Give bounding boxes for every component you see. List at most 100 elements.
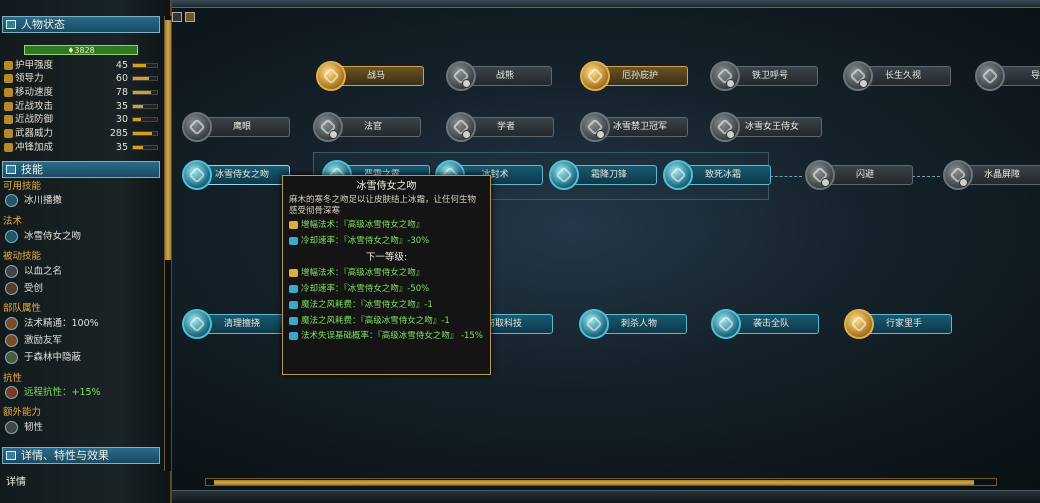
skull-crossbones-icon (711, 309, 741, 339)
dagger-icon (579, 309, 609, 339)
tooltip-effect: 法术失误基础概率：『高级冰雪侍女之吻』 -15% (289, 331, 484, 342)
details-icon (6, 451, 16, 460)
cooldown-icon (289, 237, 298, 245)
lock-icon (959, 178, 968, 187)
dodge-icon (805, 160, 835, 190)
stat-row[interactable]: 近战攻击 35 (4, 100, 160, 113)
passive-item[interactable]: 受创 (4, 281, 159, 296)
lock-icon (821, 178, 830, 187)
frost-spell-icon (5, 230, 18, 243)
ice-maiden-icon (710, 112, 740, 142)
speed-icon (4, 88, 13, 97)
skill-tree-screen: 人物状态 ♦3828 护甲强度 45 领导力 60 移动速度 78 近战攻击 35 近战… (0, 0, 1040, 503)
view-toggle-button-2[interactable] (185, 12, 195, 22)
status-icon (6, 20, 16, 29)
unit-attr-item[interactable]: 法术精通：100% (4, 316, 159, 331)
lock-icon (726, 130, 735, 139)
passive-item[interactable]: 以血之名 (4, 264, 159, 279)
tenacity-icon (5, 421, 18, 434)
lock-icon (596, 130, 605, 139)
category-spells: 法术 (3, 216, 23, 227)
connector (770, 176, 802, 177)
category-extra: 额外能力 (3, 407, 42, 418)
tree-scrollbar[interactable] (205, 478, 997, 486)
horn-icon (710, 61, 740, 91)
stat-row[interactable]: 护甲强度 45 (4, 59, 160, 72)
active-skill-item[interactable]: 冰川播撒 (4, 193, 159, 208)
ranged-resist-icon (5, 386, 18, 399)
category-active: 可用技能 (3, 181, 42, 192)
frost-blade-icon (549, 160, 579, 190)
character-status-header[interactable]: 人物状态 (2, 16, 160, 33)
top-frame (172, 0, 1040, 8)
skull-icon (843, 61, 873, 91)
eagle-eye-icon (182, 112, 212, 142)
stat-row[interactable]: 近战防御 30 (4, 113, 160, 126)
crossed-blades-icon (580, 112, 610, 142)
resist-item[interactable]: 远程抗性：+15% (4, 385, 159, 400)
miscast-icon (289, 332, 298, 340)
cooldown-icon (289, 285, 298, 293)
skills-header[interactable]: 技能 (2, 161, 160, 178)
stat-row[interactable]: 移动速度 78 (4, 86, 160, 99)
tooltip-title: 冰雪侍女之吻 (356, 181, 417, 192)
melee-defense-icon (4, 115, 13, 124)
deadly-frost-icon (663, 160, 693, 190)
chevron-rank-icon (975, 61, 1005, 91)
lock-icon (462, 130, 471, 139)
armor-icon (4, 61, 13, 70)
tree-scroll-thumb[interactable] (214, 480, 974, 485)
spell-upgrade-icon (289, 269, 298, 277)
tooltip-effect: 增幅法术：『高级冰雪侍女之吻』 (289, 217, 484, 233)
ursun-shield-icon (580, 61, 610, 91)
gold-coin-icon (844, 309, 874, 339)
judge-icon (313, 112, 343, 142)
tooltip-effect: 冷却速率：『冰雪侍女之吻』-50% (289, 281, 484, 297)
blood-icon (5, 265, 18, 278)
war-bear-icon (446, 61, 476, 91)
category-passive: 被动技能 (3, 251, 42, 262)
ice-skill-icon (5, 194, 18, 207)
spell-item[interactable]: 冰雪侍女之吻 (4, 229, 159, 244)
unit-attr-item[interactable]: 激励友军 (4, 333, 159, 348)
tooltip-effect: 增幅法术：『高级冰雪侍女之吻』 (289, 265, 484, 281)
stat-row[interactable]: 冲锋加成 35 (4, 141, 160, 154)
stat-row[interactable]: 领导力 60 (4, 72, 160, 85)
scholar-icon (446, 112, 476, 142)
spell-upgrade-icon (289, 221, 298, 229)
skills-icon (6, 165, 16, 174)
charge-bonus-icon (4, 143, 13, 152)
crystal-barrier-icon (943, 160, 973, 190)
leadership-icon (4, 74, 13, 83)
sabotage-icon (182, 309, 212, 339)
category-resist: 抗性 (3, 373, 23, 384)
view-toggle-button[interactable] (172, 12, 182, 22)
frost-kiss-icon (182, 160, 212, 190)
tooltip-next-level: 下一等级: (365, 252, 408, 263)
sidebar-scroll-thumb[interactable] (165, 20, 171, 260)
lock-icon (462, 79, 471, 88)
skill-tooltip: 冰雪侍女之吻 麻木的寒冬之吻足以让皮肤结上冰霜，让任何生物感受彻骨深寒 增幅法术… (282, 175, 491, 375)
unit-attr-item[interactable]: 于森林中隐蔽 (4, 350, 159, 365)
magic-mastery-icon (5, 317, 18, 330)
melee-attack-icon (4, 102, 13, 111)
winds-of-magic-icon (289, 301, 298, 309)
category-unit: 部队属性 (3, 303, 42, 314)
wound-icon (5, 282, 18, 295)
sidebar-scrollbar[interactable] (164, 16, 171, 471)
tooltip-effect: 冷却速率：『冰雪侍女之吻』-30% (289, 233, 484, 249)
tooltip-effect: 魔法之风耗费：『高级冰雪侍女之吻』-1 (289, 313, 484, 329)
stat-row[interactable]: 武器威力 285 (4, 127, 160, 140)
extra-item[interactable]: 韧性 (4, 420, 159, 435)
details-section-header[interactable]: 详情、特性与效果 (2, 447, 160, 464)
health-bar: ♦3828 (24, 45, 138, 55)
stealth-forest-icon (5, 351, 18, 364)
details-label: 详情 (6, 477, 26, 488)
lock-icon (859, 79, 868, 88)
winds-of-magic-icon (289, 317, 298, 325)
bottom-frame (172, 490, 1040, 503)
character-sidebar: 人物状态 ♦3828 护甲强度 45 领导力 60 移动速度 78 近战攻击 35 近战… (0, 0, 172, 503)
inspire-icon (5, 334, 18, 347)
warhorse-icon (316, 61, 346, 91)
tooltip-effect: 魔法之风耗费：『冰雪侍女之吻』-1 (289, 297, 484, 313)
